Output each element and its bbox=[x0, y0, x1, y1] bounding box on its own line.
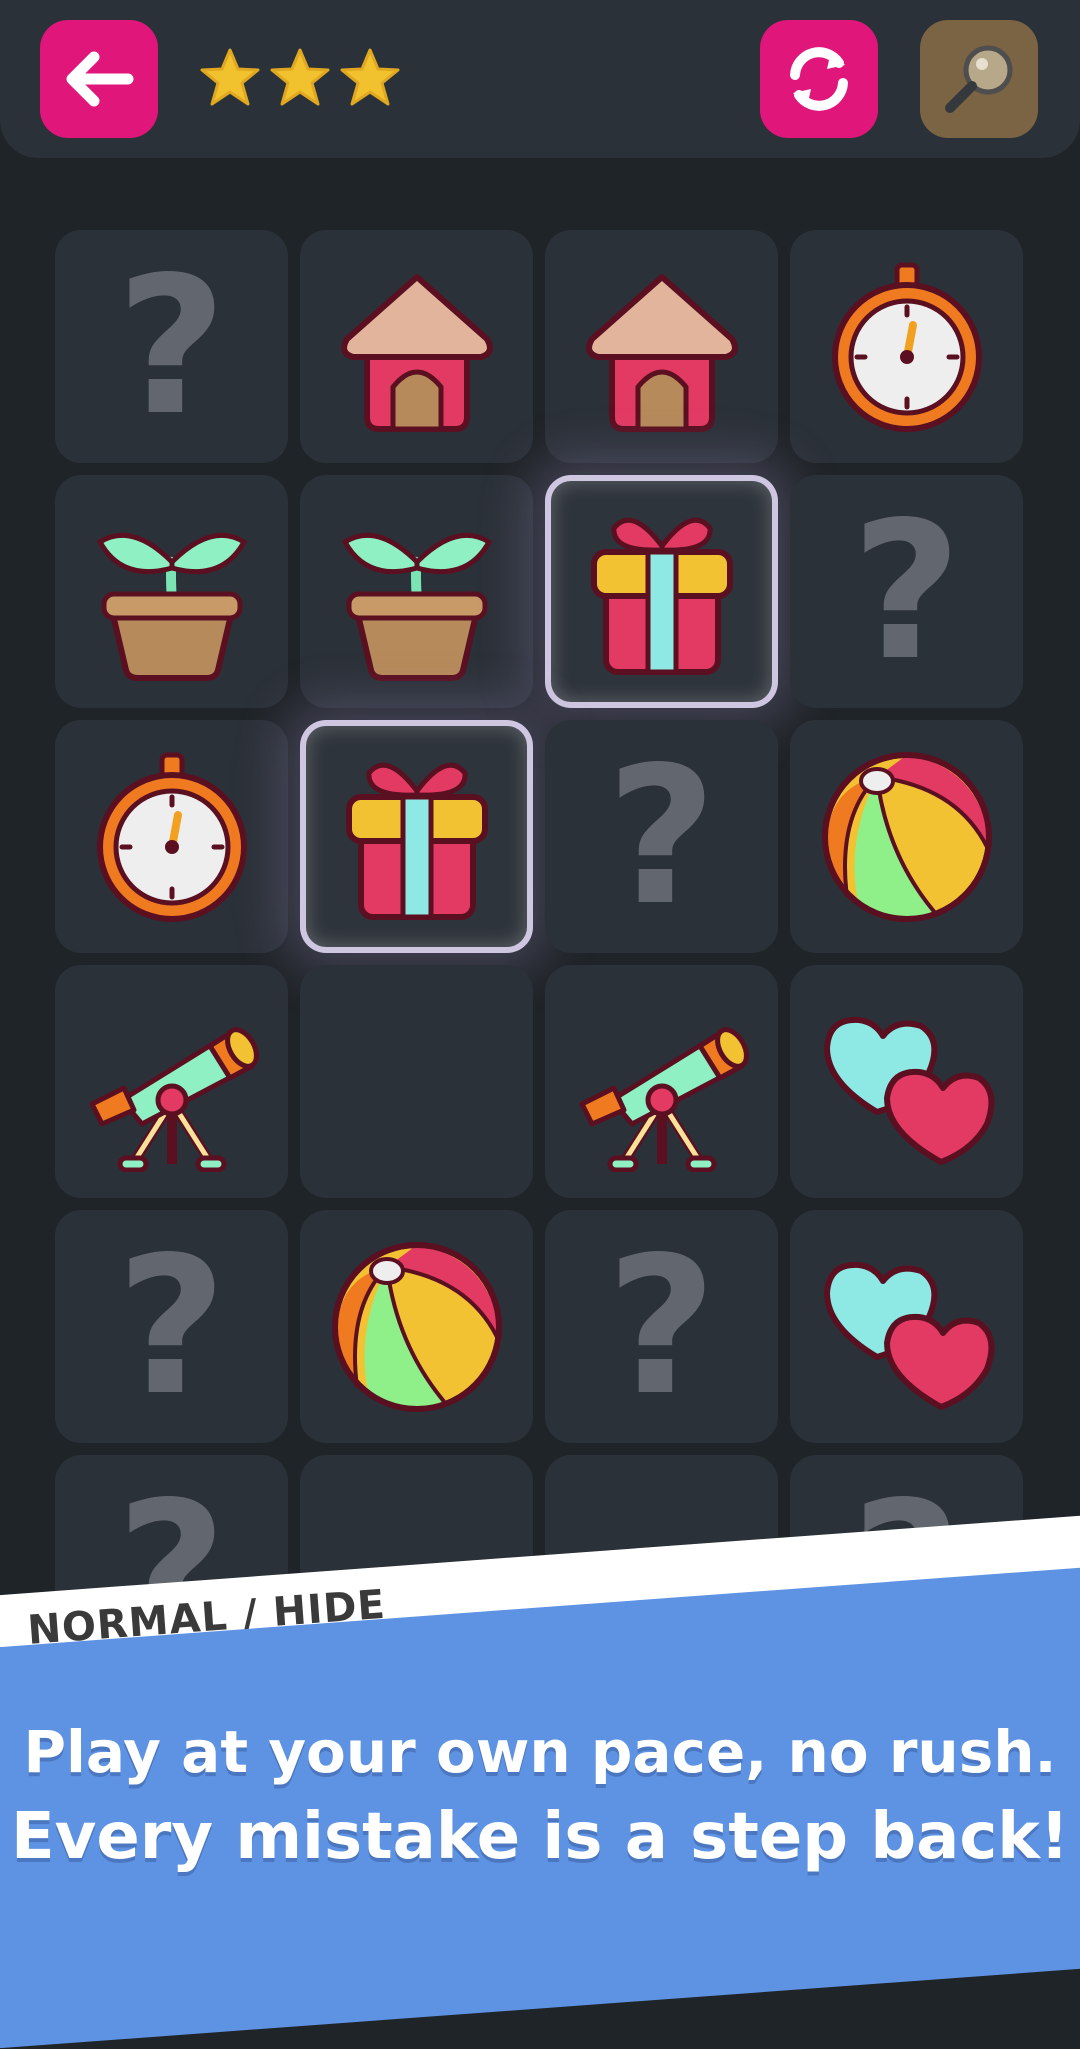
card-tile[interactable] bbox=[55, 475, 288, 708]
card-tile bbox=[300, 965, 533, 1198]
card-tile[interactable] bbox=[545, 230, 778, 463]
question-mark-icon: ? bbox=[116, 235, 227, 457]
card-tile[interactable]: ? bbox=[545, 1210, 778, 1443]
question-mark-icon: ? bbox=[116, 1215, 227, 1437]
card-tile[interactable] bbox=[300, 475, 533, 708]
card-tile[interactable] bbox=[790, 965, 1023, 1198]
card-tile[interactable] bbox=[545, 475, 778, 708]
card-tile[interactable]: ? bbox=[545, 720, 778, 953]
gift-icon bbox=[590, 517, 733, 675]
hint-button[interactable] bbox=[920, 20, 1038, 138]
question-mark-icon: ? bbox=[606, 725, 717, 947]
tagline-line-1: Play at your own pace, no rush. bbox=[23, 1718, 1057, 1786]
card-tile[interactable]: ? bbox=[790, 475, 1023, 708]
hearts-icon bbox=[823, 1016, 994, 1165]
card-tile[interactable]: ? bbox=[55, 230, 288, 463]
star-icon bbox=[200, 48, 260, 106]
question-mark-icon: ? bbox=[606, 1215, 717, 1437]
gift-icon bbox=[345, 762, 488, 920]
beach-ball-icon bbox=[821, 751, 992, 922]
beach-ball-icon bbox=[331, 1241, 502, 1412]
sprout-pot-icon bbox=[96, 532, 247, 681]
top-bar bbox=[0, 0, 1080, 158]
stopwatch-icon bbox=[831, 262, 982, 432]
sprout-pot-icon bbox=[341, 532, 492, 681]
card-tile[interactable] bbox=[55, 720, 288, 953]
arrow-left-icon bbox=[66, 51, 134, 107]
question-mark-icon: ? bbox=[851, 480, 962, 702]
refresh-button[interactable] bbox=[760, 20, 878, 138]
birdhouse-icon bbox=[585, 273, 738, 432]
birdhouse-icon bbox=[340, 273, 493, 432]
star-icon bbox=[270, 48, 330, 106]
back-button[interactable] bbox=[40, 20, 158, 138]
card-tile[interactable] bbox=[790, 720, 1023, 953]
star-rating bbox=[198, 46, 402, 110]
refresh-icon bbox=[790, 47, 848, 111]
card-tile[interactable]: ? bbox=[55, 1210, 288, 1443]
telescope-icon bbox=[89, 1026, 259, 1172]
star-icon bbox=[340, 48, 400, 106]
card-tile[interactable] bbox=[55, 965, 288, 1198]
card-tile[interactable] bbox=[300, 1210, 533, 1443]
card-tile[interactable] bbox=[790, 1210, 1023, 1443]
stopwatch-icon bbox=[96, 752, 247, 922]
card-tile[interactable] bbox=[790, 230, 1023, 463]
telescope-icon bbox=[579, 1026, 749, 1172]
card-tile[interactable] bbox=[545, 965, 778, 1198]
card-tile[interactable] bbox=[300, 230, 533, 463]
tagline-line-2: Every mistake is a step back! bbox=[10, 1800, 1070, 1874]
card-tile[interactable] bbox=[300, 720, 533, 953]
memory-board: ? ? ? ? ? ? bbox=[55, 230, 1023, 1688]
hearts-icon bbox=[823, 1261, 994, 1410]
magnifier-icon bbox=[945, 45, 1013, 113]
